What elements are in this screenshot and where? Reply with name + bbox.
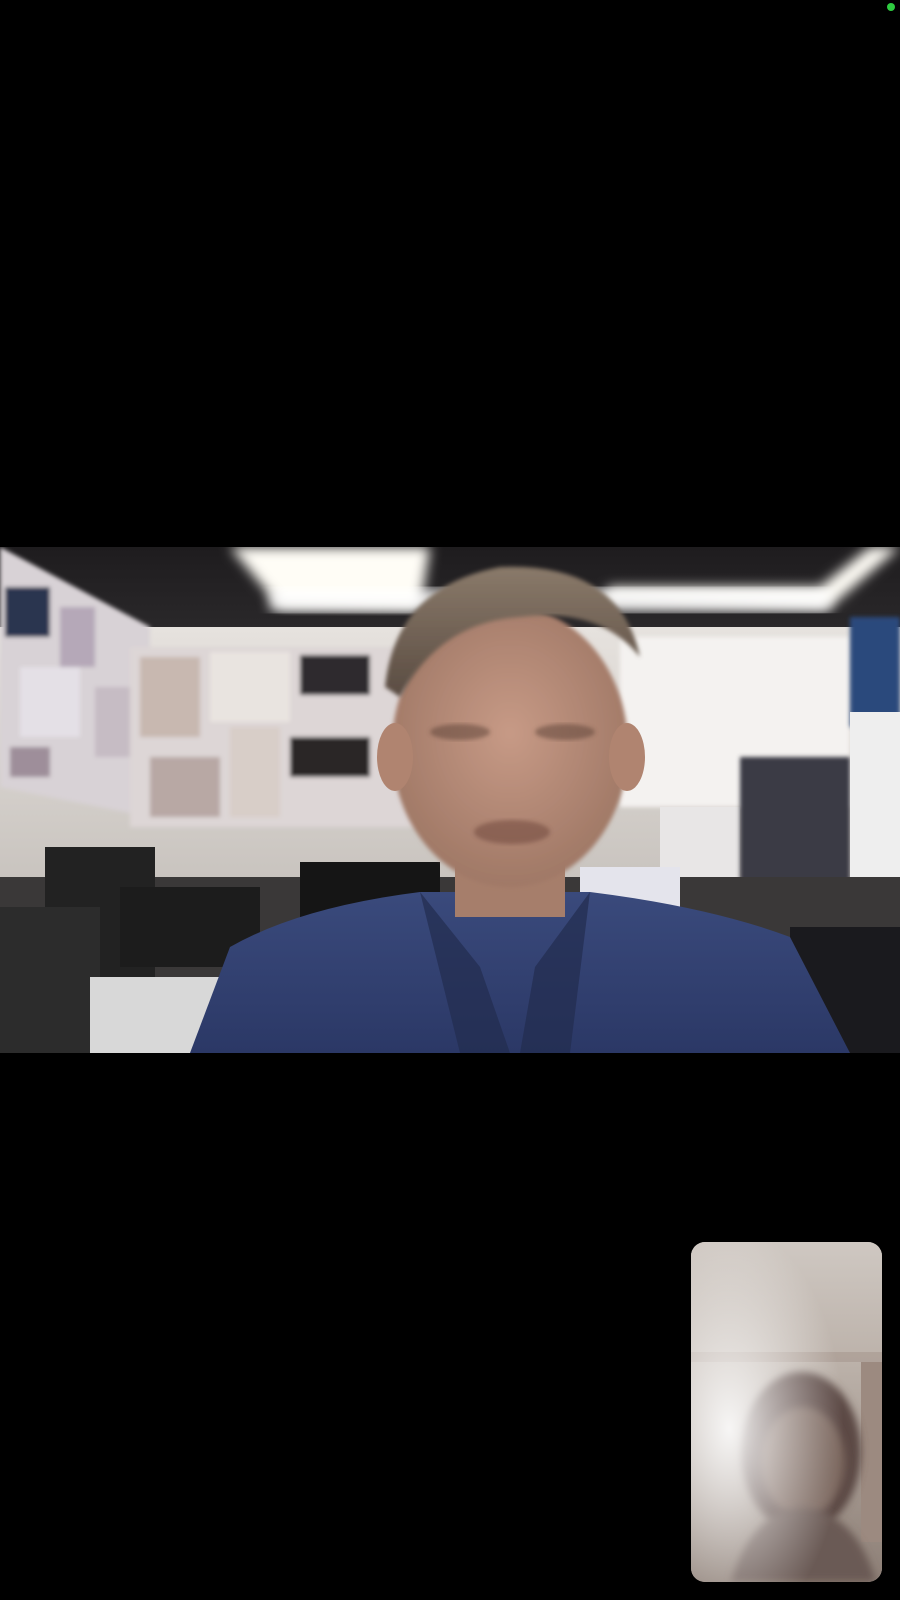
self-view-video[interactable]	[691, 1242, 882, 1582]
camera-in-use-indicator	[887, 3, 895, 11]
remote-participant-video[interactable]	[0, 547, 900, 1053]
video-call-screen	[0, 0, 900, 1600]
